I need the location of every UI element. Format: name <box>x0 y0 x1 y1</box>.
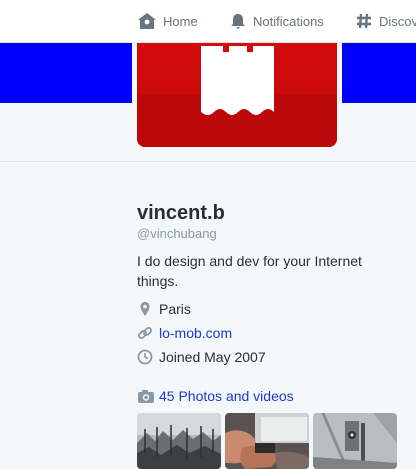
location-text: Paris <box>159 301 191 317</box>
photo-thumbnail-crowd <box>137 413 221 469</box>
header-divider <box>0 161 416 162</box>
nav-home-label: Home <box>163 13 198 29</box>
location-pin-icon <box>140 302 150 316</box>
profile-name[interactable]: vincent.b <box>137 202 225 225</box>
profile-bio: I do design and dev for your Internet th… <box>137 253 362 289</box>
photos-and-videos-link[interactable]: 45 Photos and videos <box>137 386 294 406</box>
camera-icon <box>138 390 154 403</box>
nav-discover-label: Discov <box>379 13 416 29</box>
profile-website[interactable]: lo-mob.com <box>137 323 232 343</box>
photo-thumbnail-1[interactable] <box>137 413 221 469</box>
profile-location: Paris <box>137 299 191 319</box>
nav-notifications[interactable]: Notifications <box>229 0 324 42</box>
photo-thumbnail-metal-panel <box>313 413 397 469</box>
bell-icon <box>231 14 245 29</box>
profile-handle[interactable]: @vinchubang <box>137 226 217 241</box>
banner-blue-block-right <box>342 43 416 103</box>
photo-thumbnail-3[interactable] <box>313 413 397 469</box>
clock-icon <box>137 349 153 365</box>
photo-thumbnail-hands-device <box>225 413 309 469</box>
joined-text: Joined May 2007 <box>159 349 266 365</box>
nav-home[interactable]: Home <box>137 0 198 42</box>
photo-thumbnail-2[interactable] <box>225 413 309 469</box>
nav-discover[interactable]: Discov <box>355 0 416 42</box>
photos-label: 45 Photos and videos <box>159 388 294 404</box>
nav-notifications-label: Notifications <box>253 13 324 29</box>
top-navigation-bar: Home Notifications Discov <box>0 0 416 43</box>
link-icon <box>138 327 152 339</box>
profile-joined: Joined May 2007 <box>137 347 266 367</box>
home-icon <box>138 13 156 29</box>
website-link[interactable]: lo-mob.com <box>159 325 232 341</box>
banner-blue-block-left <box>0 43 132 103</box>
hashtag-icon <box>357 13 371 29</box>
